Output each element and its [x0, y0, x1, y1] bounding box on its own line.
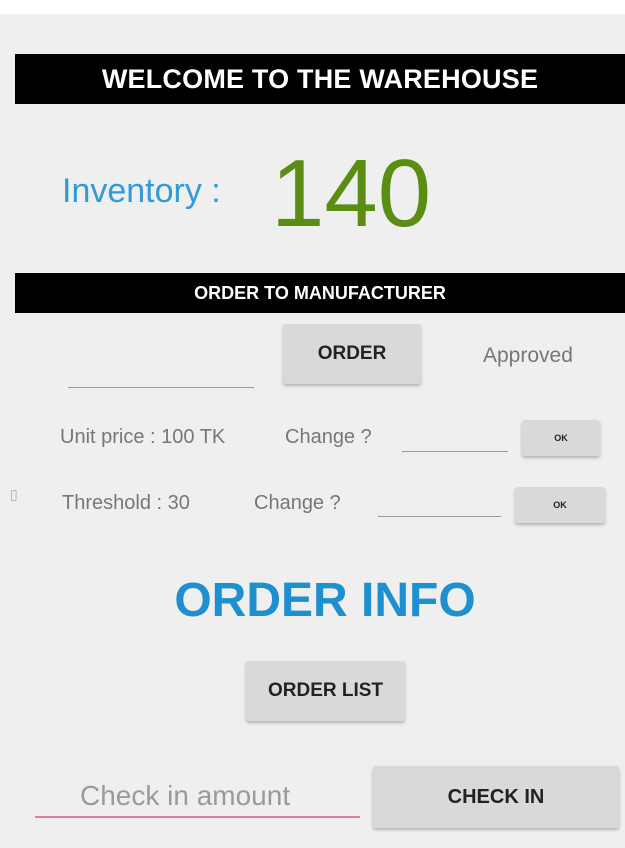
threshold-change-label: Change ?: [254, 492, 341, 514]
welcome-banner: WELCOME TO THE WAREHOUSE: [15, 54, 625, 104]
unit-price-ok-button[interactable]: OK: [522, 420, 600, 456]
order-status-text: Approved: [483, 344, 573, 367]
inventory-count: 140: [271, 140, 432, 247]
top-strip: [0, 0, 625, 14]
threshold-change-input[interactable]: [378, 486, 501, 517]
inventory-label: Inventory :: [62, 172, 221, 210]
check-in-amount-input[interactable]: [35, 776, 360, 818]
order-button[interactable]: ORDER: [283, 324, 421, 384]
unit-price-change-label: Change ?: [285, 426, 372, 448]
check-in-button[interactable]: CHECK IN: [373, 766, 619, 828]
order-to-manufacturer-banner: ORDER TO MANUFACTURER: [15, 273, 625, 313]
unit-price-label: Unit price : 100 TK: [60, 426, 226, 448]
unit-price-change-input[interactable]: [402, 421, 508, 452]
order-quantity-input[interactable]: [68, 355, 254, 388]
threshold-ok-button[interactable]: OK: [515, 487, 605, 523]
edge-mark: ▯: [10, 486, 18, 502]
order-list-button[interactable]: ORDER LIST: [246, 661, 405, 721]
threshold-label: Threshold : 30: [62, 492, 190, 514]
order-info-title: ORDER INFO: [174, 574, 476, 627]
